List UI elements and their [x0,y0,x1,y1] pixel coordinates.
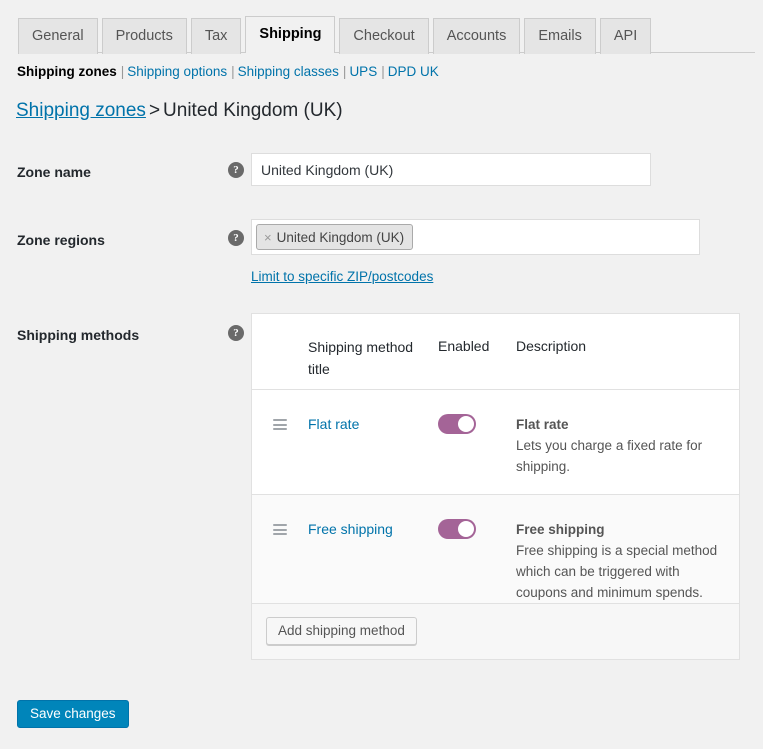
subnav-separator: | [381,64,385,79]
zone-regions-select[interactable]: × United Kingdom (UK) [251,219,700,255]
remove-region-icon[interactable]: × [264,231,272,244]
region-token-label: United Kingdom (UK) [276,229,405,245]
zone-name-help-icon[interactable]: ? [228,162,244,178]
tab-shipping[interactable]: Shipping [245,16,336,53]
drag-handle-icon[interactable] [273,419,287,430]
settings-tabs: General Products Tax Shipping Checkout Accoun… [18,16,652,54]
drag-handle-cell [252,495,308,535]
column-header-title: Shipping method title [308,339,414,377]
method-description-title: Free shipping [516,522,605,537]
shipping-methods-help-icon[interactable]: ? [228,325,244,341]
tab-products[interactable]: Products [101,18,187,54]
zone-regions-help-icon[interactable]: ? [228,230,244,246]
tab-tax[interactable]: Tax [190,18,242,54]
method-enabled-cell [438,390,516,434]
subnav-item-dpd-uk[interactable]: DPD UK [388,64,439,79]
method-enabled-toggle[interactable] [438,414,476,434]
subnav-item-shipping-zones[interactable]: Shipping zones [17,64,117,79]
table-row: Flat rate Flat rate Lets you charge a fixe… [252,390,739,495]
method-title-link[interactable]: Flat rate [308,416,359,432]
subnav-item-shipping-options[interactable]: Shipping options [127,64,227,79]
shipping-methods-table: Shipping method title Enabled Descriptio… [251,313,740,660]
method-title-cell: Free shipping [308,495,438,539]
toggle-knob [458,416,474,432]
zone-name-label: Zone name [17,164,91,180]
method-title-link[interactable]: Free shipping [308,521,393,537]
subnav-item-ups[interactable]: UPS [349,64,377,79]
breadcrumb: Shipping zones > United Kingdom (UK) [16,98,343,124]
method-enabled-cell [438,495,516,539]
column-header-handle [252,314,308,340]
shipping-subnav: Shipping zones | Shipping options | Shipping… [17,62,439,81]
column-header-enabled: Enabled [438,338,490,354]
add-shipping-method-button[interactable]: Add shipping method [266,617,417,645]
breadcrumb-separator: > [148,100,161,121]
drag-handle-cell [252,390,308,430]
subnav-separator: | [342,64,347,79]
table-footer: Add shipping method [252,604,739,659]
tab-emails[interactable]: Emails [524,18,596,54]
tab-general[interactable]: General [18,18,98,54]
subnav-item-shipping-classes[interactable]: Shipping classes [238,64,339,79]
tab-accounts[interactable]: Accounts [432,18,521,54]
save-changes-button[interactable]: Save changes [17,700,129,728]
toggle-knob [458,521,474,537]
subnav-separator: | [231,64,235,79]
column-header-description: Description [516,338,587,354]
table-header-row: Shipping method title Enabled Descriptio… [252,314,739,390]
method-description-cell: Flat rate Lets you charge a fixed rate fo… [516,390,739,477]
zone-name-input[interactable] [251,153,651,186]
breadcrumb-current-zone: United Kingdom (UK) [163,100,343,121]
tab-api[interactable]: API [599,18,652,54]
subnav-separator: | [120,64,125,79]
limit-zip-postcodes-link[interactable]: Limit to specific ZIP/postcodes [251,268,433,286]
settings-tab-bar: General Products Tax Shipping Checkout Accoun… [0,0,763,54]
method-description-body: Free shipping is a special method which … [516,543,718,600]
method-title-cell: Flat rate [308,390,438,434]
method-description-cell: Free shipping Free shipping is a special … [516,495,739,603]
method-description-title: Flat rate [516,417,569,432]
tab-checkout[interactable]: Checkout [339,18,429,54]
table-row: Free shipping Free shipping Free shipping … [252,495,739,604]
method-description-body: Lets you charge a fixed rate for shippin… [516,438,703,474]
method-enabled-toggle[interactable] [438,519,476,539]
drag-handle-icon[interactable] [273,524,287,535]
breadcrumb-shipping-zones-link[interactable]: Shipping zones [16,100,146,121]
shipping-methods-label: Shipping methods [17,327,140,343]
region-token: × United Kingdom (UK) [256,224,414,250]
zone-regions-label: Zone regions [17,232,105,248]
